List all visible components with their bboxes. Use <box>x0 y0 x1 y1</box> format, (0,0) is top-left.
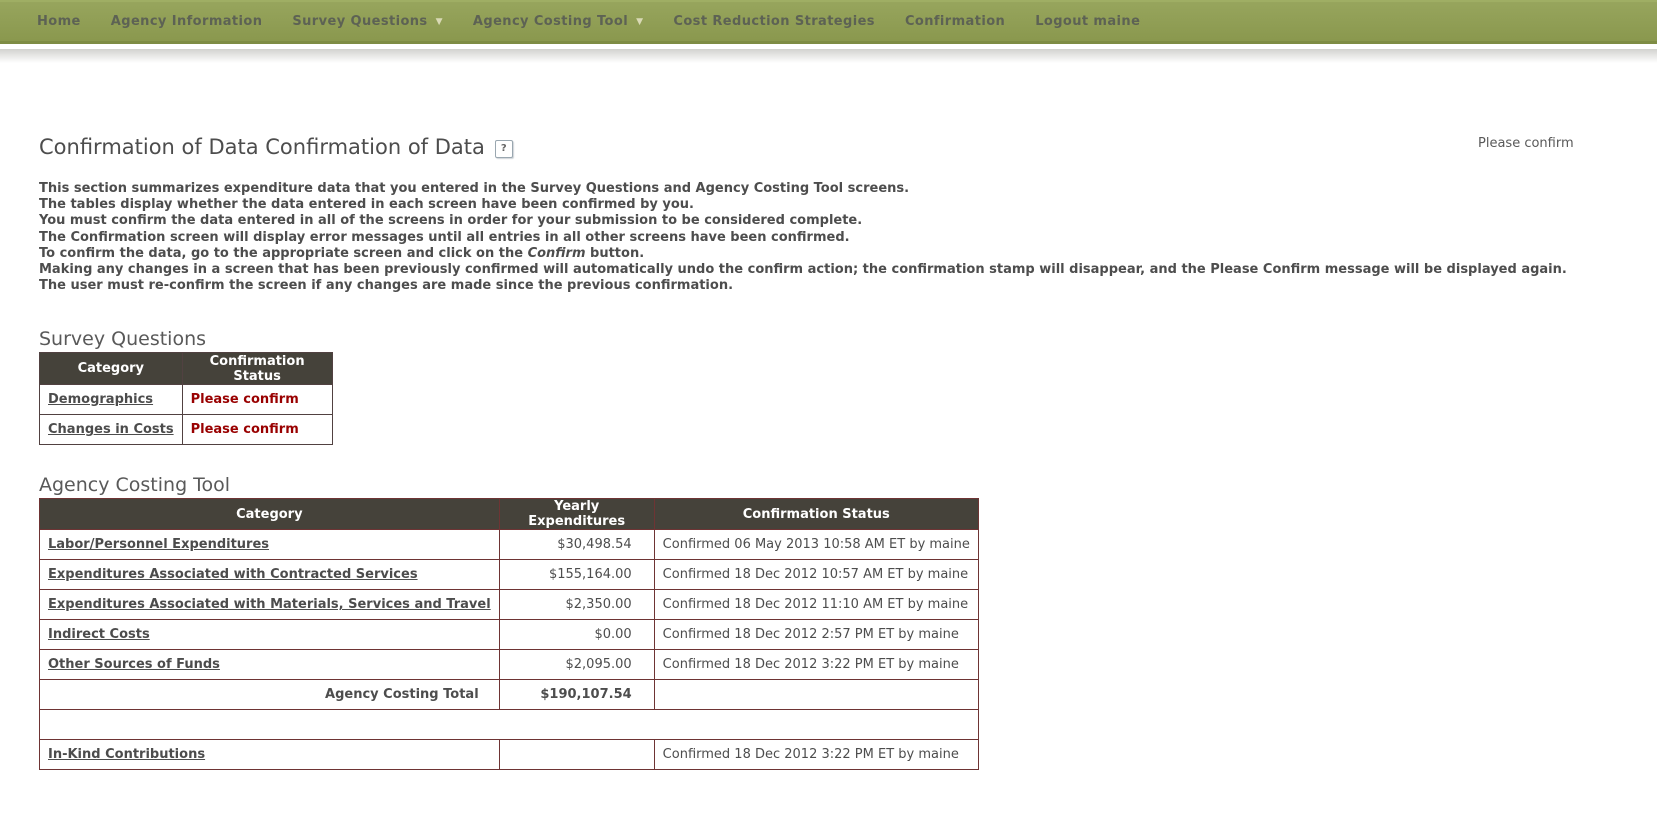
nav-bottom-shadow <box>0 49 1657 63</box>
top-navigation-bar: Home Agency Information Survey Questions… <box>0 0 1657 44</box>
yearly-expenditure-value: $0.00 <box>498 619 655 650</box>
table-row: Labor/Personnel Expenditures $30,498.54 … <box>39 529 979 560</box>
chevron-down-icon: ▼ <box>636 16 644 27</box>
table-header-row: Category Yearly Expenditures Confirmatio… <box>39 498 979 530</box>
agency-costing-total-label: Agency Costing Total <box>39 679 500 710</box>
table-row: Indirect Costs $0.00 Confirmed 18 Dec 20… <box>39 619 979 650</box>
in-kind-contributions-link[interactable]: In-Kind Contributions <box>48 747 205 762</box>
column-header-category: Category <box>39 498 500 530</box>
contracted-services-link[interactable]: Expenditures Associated with Contracted … <box>48 567 418 582</box>
spacer-row <box>39 709 979 740</box>
yearly-expenditure-value: $155,164.00 <box>498 559 655 590</box>
confirmation-status-text: Confirmed 18 Dec 2012 11:10 AM ET by mai… <box>662 597 969 612</box>
nav-item-label: Agency Costing Tool <box>472 14 629 29</box>
intro-line: The tables display whether the data ente… <box>39 197 694 213</box>
nav-item-agency-information[interactable]: Agency Information <box>96 14 278 29</box>
intro-line-italic-segment: Confirm <box>527 245 586 261</box>
column-header-yearly-expenditures: Yearly Expenditures <box>498 498 655 530</box>
table-row: Changes in Costs Please confirm <box>39 414 333 445</box>
column-header-confirmation-status: Confirmation Status <box>181 352 333 385</box>
column-header-category: Category <box>39 352 183 385</box>
nav-item-survey-questions[interactable]: Survey Questions ▼ <box>277 14 458 29</box>
page-title-text: Confirmation of Data Confirmation of Dat… <box>39 135 485 159</box>
intro-line: Making any changes in a screen that has … <box>39 262 1567 278</box>
agency-costing-total-value: $190,107.54 <box>498 679 655 710</box>
yearly-expenditure-value: $2,095.00 <box>498 649 655 680</box>
intro-line: The user must re-confirm the screen if a… <box>39 278 734 294</box>
table-row: Expenditures Associated with Contracted … <box>39 559 979 590</box>
nav-item-confirmation[interactable]: Confirmation <box>890 14 1020 29</box>
materials-services-travel-link[interactable]: Expenditures Associated with Materials, … <box>48 597 491 612</box>
intro-line: The Confirmation screen will display err… <box>39 229 850 245</box>
table-row: Expenditures Associated with Materials, … <box>39 589 979 620</box>
confirmation-status-text: Confirmed 18 Dec 2012 2:57 PM ET by main… <box>662 627 959 642</box>
nav-item-logout[interactable]: Logout maine <box>1020 14 1155 29</box>
please-confirm-notice: Please confirm <box>1478 136 1574 151</box>
labor-personnel-expenditures-link[interactable]: Labor/Personnel Expenditures <box>48 537 269 552</box>
table-row: In-Kind Contributions Confirmed 18 Dec 2… <box>39 739 979 770</box>
confirmation-status-text: Confirmed 18 Dec 2012 10:57 AM ET by mai… <box>662 567 969 582</box>
intro-line: To confirm the data, go to the appropria… <box>39 246 1567 262</box>
yearly-expenditure-value: $30,498.54 <box>498 529 655 560</box>
confirmation-status-text: Confirmed 06 May 2013 10:58 AM ET by mai… <box>662 537 970 552</box>
chevron-down-icon: ▼ <box>435 16 443 27</box>
survey-questions-table: Category Confirmation Status Demographic… <box>39 352 333 445</box>
yearly-expenditure-value <box>498 739 655 770</box>
status-please-confirm: Please confirm <box>190 422 299 437</box>
intro-line: You must confirm the data entered in all… <box>39 213 863 229</box>
nav-item-label: Agency Information <box>110 14 263 29</box>
agency-costing-tool-table: Category Yearly Expenditures Confirmatio… <box>39 498 979 770</box>
intro-line-segment: To confirm the data, go to the appropria… <box>39 245 528 261</box>
empty-cell <box>653 679 979 710</box>
yearly-expenditure-value: $2,350.00 <box>498 589 655 620</box>
nav-item-label: Logout maine <box>1035 14 1141 29</box>
nav-item-label: Home <box>37 14 81 29</box>
other-sources-of-funds-link[interactable]: Other Sources of Funds <box>48 657 220 672</box>
nav-item-cost-reduction-strategies[interactable]: Cost Reduction Strategies <box>658 14 890 29</box>
nav-item-agency-costing-tool[interactable]: Agency Costing Tool ▼ <box>458 14 659 29</box>
intro-line-segment: button. <box>585 245 645 261</box>
intro-line: This section summarizes expenditure data… <box>39 181 910 196</box>
total-row: Agency Costing Total $190,107.54 <box>39 679 979 710</box>
nav-item-label: Survey Questions <box>292 14 428 29</box>
demographics-link[interactable]: Demographics <box>48 392 153 407</box>
status-please-confirm: Please confirm <box>190 392 299 407</box>
intro-text: This section summarizes expenditure data… <box>39 181 1567 294</box>
empty-spacer-cell <box>39 709 979 740</box>
survey-questions-heading: Survey Questions <box>39 328 207 350</box>
page-title: Confirmation of Data Confirmation of Dat… <box>39 135 513 159</box>
table-row: Other Sources of Funds $2,095.00 Confirm… <box>39 649 979 680</box>
agency-costing-tool-heading: Agency Costing Tool <box>39 474 231 496</box>
table-header-row: Category Confirmation Status <box>39 352 333 385</box>
nav-item-label: Cost Reduction Strategies <box>673 14 875 29</box>
column-header-confirmation-status: Confirmation Status <box>653 498 979 530</box>
nav-item-home[interactable]: Home <box>22 14 96 29</box>
confirmation-status-text: Confirmed 18 Dec 2012 3:22 PM ET by main… <box>662 657 959 672</box>
nav-item-label: Confirmation <box>904 14 1006 29</box>
help-icon[interactable]: ? <box>494 140 513 158</box>
confirmation-status-text: Confirmed 18 Dec 2012 3:22 PM ET by main… <box>662 747 959 762</box>
changes-in-costs-link[interactable]: Changes in Costs <box>48 422 174 437</box>
table-row: Demographics Please confirm <box>39 384 333 415</box>
indirect-costs-link[interactable]: Indirect Costs <box>48 627 150 642</box>
